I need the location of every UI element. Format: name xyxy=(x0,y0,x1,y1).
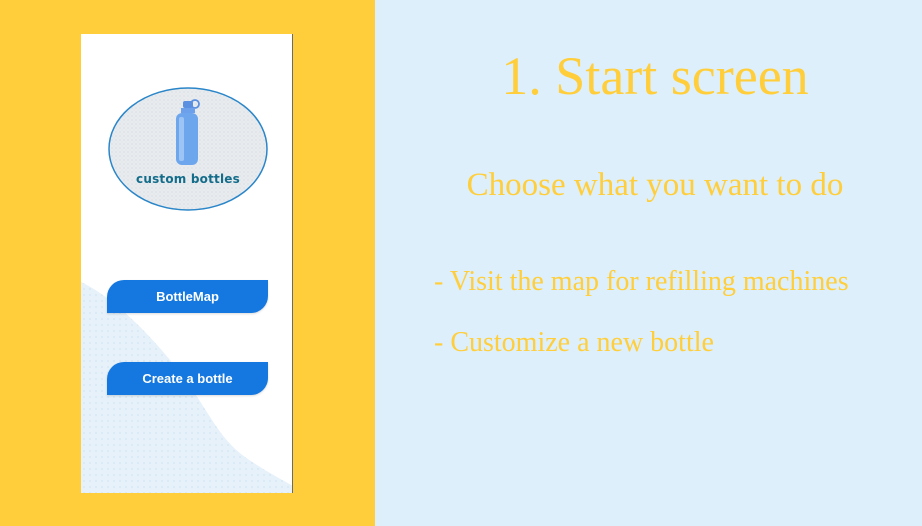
create-bottle-button[interactable]: Create a bottle xyxy=(107,362,268,395)
phone-screen: custom bottles BottleMap Create a bottle xyxy=(81,34,293,493)
left-panel: custom bottles BottleMap Create a bottle xyxy=(0,0,375,526)
bottlemap-button[interactable]: BottleMap xyxy=(107,280,268,313)
slide-title: 1. Start screen xyxy=(501,46,809,106)
custom-bottles-logo: custom bottles xyxy=(107,87,269,212)
water-bottle-icon xyxy=(176,99,200,165)
bullet-visit-map: - Visit the map for refilling machines xyxy=(434,266,849,297)
bullet-customize-bottle: - Customize a new bottle xyxy=(434,327,714,358)
logo-text: custom bottles xyxy=(136,172,240,186)
slide-subtitle: Choose what you want to do xyxy=(466,167,844,203)
